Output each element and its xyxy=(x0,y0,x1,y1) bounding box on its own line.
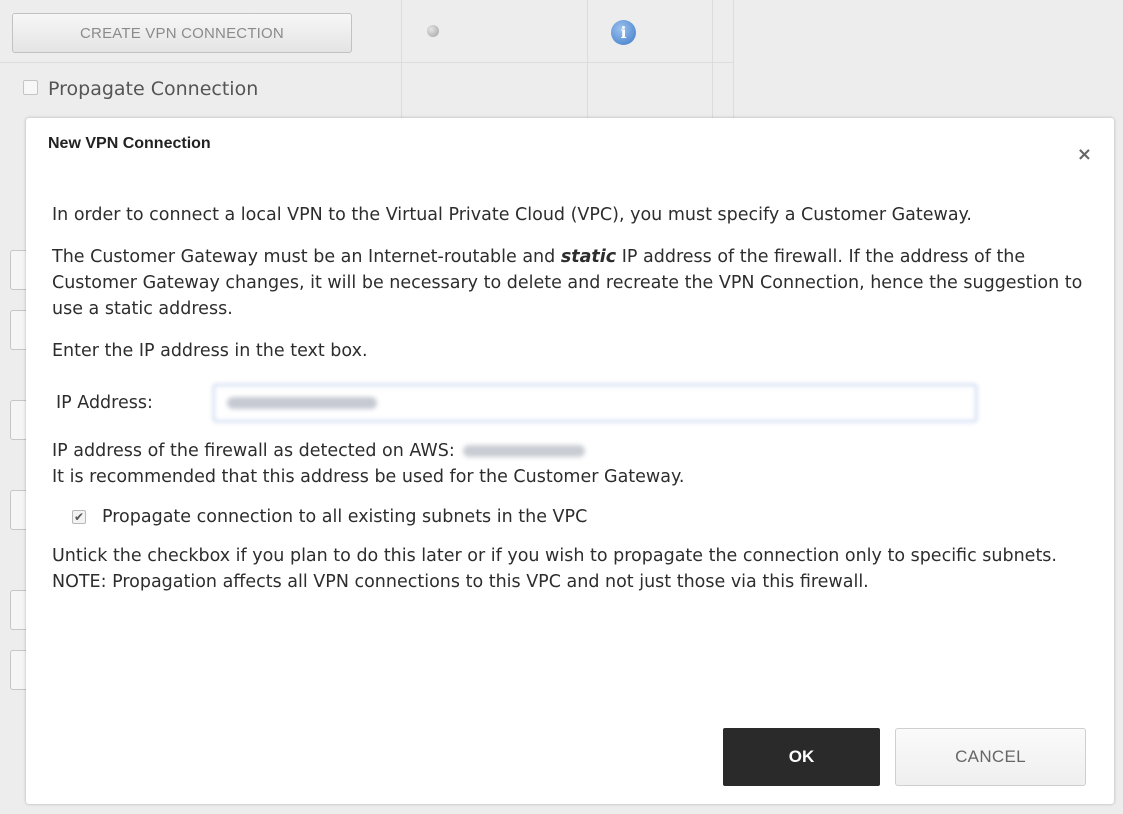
gateway-text-start: The Customer Gateway must be an Internet… xyxy=(52,247,561,267)
ok-button[interactable]: OK xyxy=(723,728,880,786)
cancel-button[interactable]: CANCEL xyxy=(895,728,1086,786)
ip-address-input[interactable] xyxy=(213,384,977,422)
recommendation-text: It is recommended that this address be u… xyxy=(52,467,685,487)
untick-note: Untick the checkbox if you plan to do th… xyxy=(52,546,1057,566)
propagate-connection-label: Propagate Connection xyxy=(48,78,259,100)
propagate-subnets-label: Propagate connection to all existing sub… xyxy=(102,507,588,527)
detected-ip-line: IP address of the firewall as detected o… xyxy=(52,438,1092,464)
ip-address-row: IP Address: xyxy=(56,384,1092,422)
gateway-description: The Customer Gateway must be an Internet… xyxy=(52,244,1092,322)
grid-divider xyxy=(0,62,733,63)
new-vpn-connection-dialog: New VPN Connection × In order to connect… xyxy=(26,118,1114,804)
checkmark-icon: ✔ xyxy=(73,510,85,524)
detected-ip-value xyxy=(462,445,585,457)
grid-divider xyxy=(712,0,713,120)
dialog-title: New VPN Connection xyxy=(48,135,211,152)
propagation-notes: Untick the checkbox if you plan to do th… xyxy=(52,543,1092,595)
info-icon[interactable]: i xyxy=(611,20,636,45)
enter-ip-instruction: Enter the IP address in the text box. xyxy=(52,341,368,361)
intro-text: In order to connect a local VPN to the V… xyxy=(52,205,972,225)
grid-divider xyxy=(587,0,588,120)
detected-ip-label: IP address of the firewall as detected o… xyxy=(52,441,455,461)
propagation-note: NOTE: Propagation affects all VPN connec… xyxy=(52,572,869,592)
grid-divider xyxy=(733,0,734,120)
propagate-connection-checkbox[interactable] xyxy=(23,80,38,95)
propagate-subnets-checkbox[interactable]: ✔ xyxy=(72,510,86,524)
ip-address-field-wrapper xyxy=(213,384,977,422)
detected-ip-info: IP address of the firewall as detected o… xyxy=(52,438,1092,490)
create-vpn-connection-button[interactable]: CREATE VPN CONNECTION xyxy=(12,13,352,53)
close-icon[interactable]: × xyxy=(1077,146,1092,164)
static-emphasis: static xyxy=(560,247,617,267)
ip-address-label: IP Address: xyxy=(56,393,153,413)
dialog-body: In order to connect a local VPN to the V… xyxy=(52,202,1092,595)
propagate-subnets-row: ✔ Propagate connection to all existing s… xyxy=(72,503,1092,531)
grid-divider xyxy=(401,0,402,120)
status-indicator-icon xyxy=(427,25,439,37)
